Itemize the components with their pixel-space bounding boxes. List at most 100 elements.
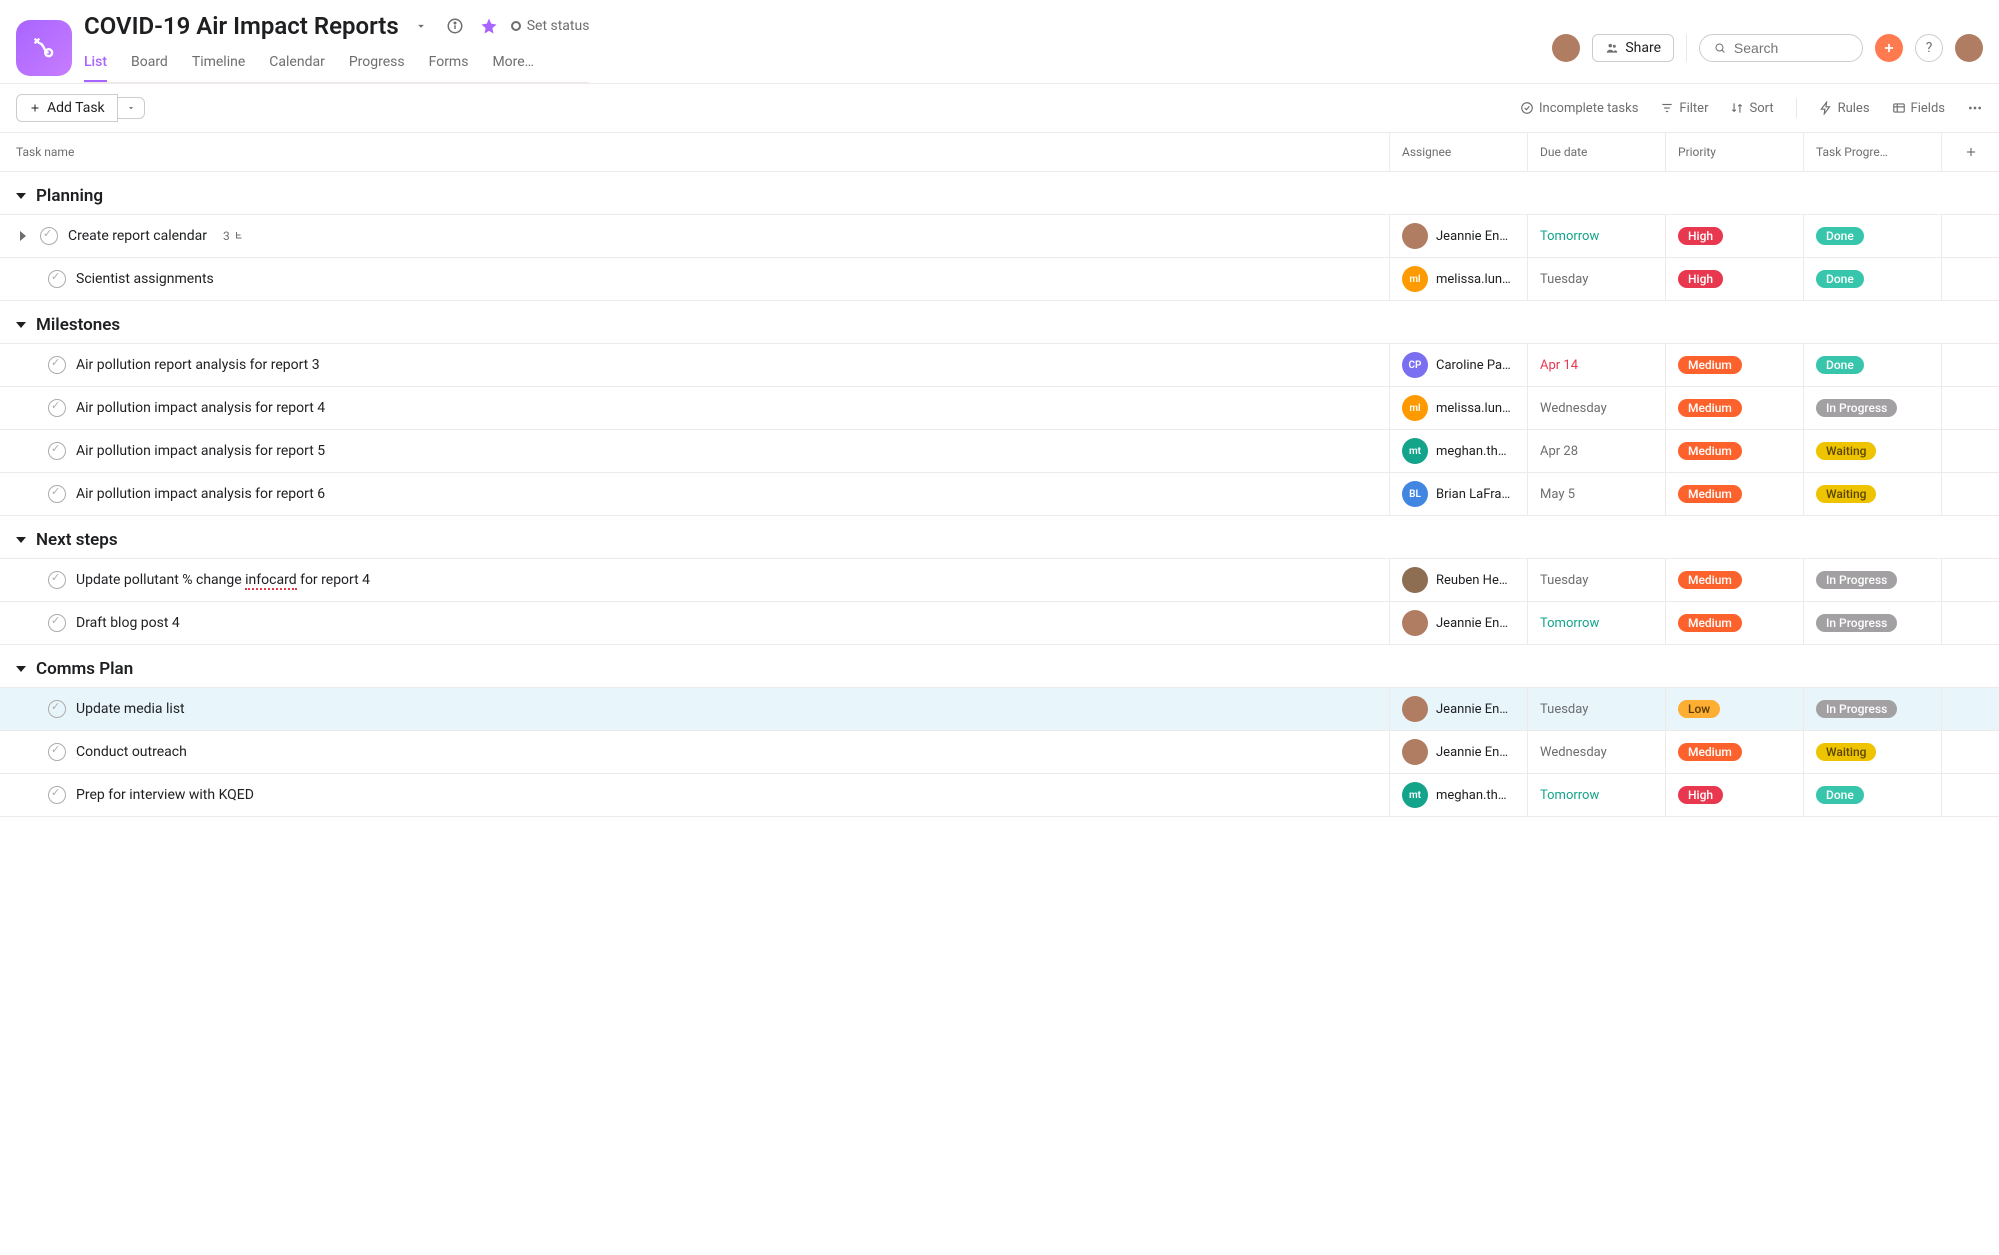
more-actions-button[interactable]	[1967, 100, 1983, 116]
sort-button[interactable]: Sort	[1730, 101, 1773, 116]
due-date-cell[interactable]: Tomorrow	[1527, 215, 1665, 257]
complete-checkbox[interactable]	[48, 442, 66, 460]
due-date-cell[interactable]: Tuesday	[1527, 688, 1665, 730]
priority-cell[interactable]: Medium	[1665, 344, 1803, 386]
assignee-cell[interactable]: BLBrian LaFra…	[1389, 473, 1527, 515]
column-task-name[interactable]: Task name	[0, 133, 1389, 171]
assignee-cell[interactable]: CPCaroline Pa…	[1389, 344, 1527, 386]
project-title[interactable]: COVID-19 Air Impact Reports	[84, 12, 399, 40]
task-row[interactable]: Air pollution impact analysis for report…	[0, 429, 1999, 472]
chevron-down-icon[interactable]	[409, 14, 433, 38]
section-header[interactable]: Milestones	[0, 301, 1999, 343]
due-date-cell[interactable]: Tuesday	[1527, 258, 1665, 300]
column-due-date[interactable]: Due date	[1527, 133, 1665, 171]
complete-checkbox[interactable]	[40, 227, 58, 245]
priority-cell[interactable]: High	[1665, 774, 1803, 816]
due-date-cell[interactable]: Wednesday	[1527, 731, 1665, 773]
complete-checkbox[interactable]	[48, 356, 66, 374]
task-row[interactable]: Update pollutant % change infocard for r…	[0, 558, 1999, 601]
progress-cell[interactable]: Waiting	[1803, 731, 1941, 773]
progress-cell[interactable]: In Progress	[1803, 688, 1941, 730]
progress-cell[interactable]: Done	[1803, 215, 1941, 257]
assignee-cell[interactable]: mlmelissa.lun…	[1389, 387, 1527, 429]
assignee-cell[interactable]: Reuben He…	[1389, 559, 1527, 601]
due-date-cell[interactable]: Apr 28	[1527, 430, 1665, 472]
column-task-progress[interactable]: Task Progre…	[1803, 133, 1941, 171]
user-avatar[interactable]	[1955, 34, 1983, 62]
tab-progress[interactable]: Progress	[349, 46, 405, 82]
task-row[interactable]: Scientist assignmentsmlmelissa.lun…Tuesd…	[0, 257, 1999, 301]
priority-cell[interactable]: Medium	[1665, 602, 1803, 644]
due-date-cell[interactable]: Tomorrow	[1527, 774, 1665, 816]
priority-cell[interactable]: Medium	[1665, 430, 1803, 472]
star-icon[interactable]	[477, 14, 501, 38]
assignee-cell[interactable]: mtmeghan.th…	[1389, 430, 1527, 472]
search-box[interactable]	[1699, 34, 1863, 62]
assignee-cell[interactable]: Jeannie En…	[1389, 215, 1527, 257]
filter-button[interactable]: Filter	[1660, 101, 1708, 116]
progress-cell[interactable]: In Progress	[1803, 387, 1941, 429]
task-row[interactable]: Create report calendar3 Jeannie En…Tomor…	[0, 214, 1999, 257]
due-date-cell[interactable]: Wednesday	[1527, 387, 1665, 429]
priority-cell[interactable]: High	[1665, 215, 1803, 257]
section-header[interactable]: Planning	[0, 172, 1999, 214]
fields-button[interactable]: Fields	[1892, 101, 1945, 116]
priority-cell[interactable]: Medium	[1665, 559, 1803, 601]
task-row[interactable]: Air pollution report analysis for report…	[0, 343, 1999, 386]
due-date-cell[interactable]: May 5	[1527, 473, 1665, 515]
section-header[interactable]: Comms Plan	[0, 645, 1999, 687]
help-button[interactable]: ?	[1915, 34, 1943, 62]
progress-cell[interactable]: In Progress	[1803, 559, 1941, 601]
task-row[interactable]: Air pollution impact analysis for report…	[0, 472, 1999, 516]
complete-checkbox[interactable]	[48, 270, 66, 288]
tab-calendar[interactable]: Calendar	[269, 46, 325, 82]
complete-checkbox[interactable]	[48, 399, 66, 417]
share-button[interactable]: Share	[1592, 34, 1674, 62]
assignee-cell[interactable]: mtmeghan.th…	[1389, 774, 1527, 816]
incomplete-tasks-filter[interactable]: Incomplete tasks	[1520, 101, 1638, 116]
progress-cell[interactable]: In Progress	[1803, 602, 1941, 644]
subtask-count[interactable]: 3	[223, 229, 245, 243]
priority-cell[interactable]: High	[1665, 258, 1803, 300]
task-row[interactable]: Conduct outreachJeannie En…WednesdayMedi…	[0, 730, 1999, 773]
rules-button[interactable]: Rules	[1819, 101, 1870, 116]
assignee-cell[interactable]: Jeannie En…	[1389, 688, 1527, 730]
column-assignee[interactable]: Assignee	[1389, 133, 1527, 171]
priority-cell[interactable]: Low	[1665, 688, 1803, 730]
add-task-button[interactable]: Add Task	[16, 94, 118, 122]
progress-cell[interactable]: Waiting	[1803, 430, 1941, 472]
task-row[interactable]: Prep for interview with KQEDmtmeghan.th……	[0, 773, 1999, 817]
assignee-cell[interactable]: mlmelissa.lun…	[1389, 258, 1527, 300]
progress-cell[interactable]: Done	[1803, 344, 1941, 386]
due-date-cell[interactable]: Apr 14	[1527, 344, 1665, 386]
complete-checkbox[interactable]	[48, 571, 66, 589]
member-avatar[interactable]	[1552, 34, 1580, 62]
search-input[interactable]	[1734, 40, 1848, 56]
add-task-dropdown[interactable]	[118, 97, 145, 119]
assignee-cell[interactable]: Jeannie En…	[1389, 731, 1527, 773]
complete-checkbox[interactable]	[48, 485, 66, 503]
priority-cell[interactable]: Medium	[1665, 731, 1803, 773]
tab-board[interactable]: Board	[131, 46, 168, 82]
complete-checkbox[interactable]	[48, 614, 66, 632]
complete-checkbox[interactable]	[48, 743, 66, 761]
tab-more[interactable]: More…	[492, 46, 534, 82]
progress-cell[interactable]: Waiting	[1803, 473, 1941, 515]
progress-cell[interactable]: Done	[1803, 258, 1941, 300]
global-add-button[interactable]	[1875, 34, 1903, 62]
priority-cell[interactable]: Medium	[1665, 473, 1803, 515]
task-row[interactable]: Update media listJeannie En…TuesdayLowIn…	[0, 687, 1999, 730]
tab-list[interactable]: List	[84, 46, 107, 82]
info-icon[interactable]	[443, 14, 467, 38]
due-date-cell[interactable]: Tomorrow	[1527, 602, 1665, 644]
assignee-cell[interactable]: Jeannie En…	[1389, 602, 1527, 644]
due-date-cell[interactable]: Tuesday	[1527, 559, 1665, 601]
add-column-button[interactable]	[1941, 133, 1999, 171]
priority-cell[interactable]: Medium	[1665, 387, 1803, 429]
expand-icon[interactable]	[20, 231, 26, 241]
section-header[interactable]: Next steps	[0, 516, 1999, 558]
complete-checkbox[interactable]	[48, 700, 66, 718]
progress-cell[interactable]: Done	[1803, 774, 1941, 816]
tab-timeline[interactable]: Timeline	[192, 46, 245, 82]
column-priority[interactable]: Priority	[1665, 133, 1803, 171]
